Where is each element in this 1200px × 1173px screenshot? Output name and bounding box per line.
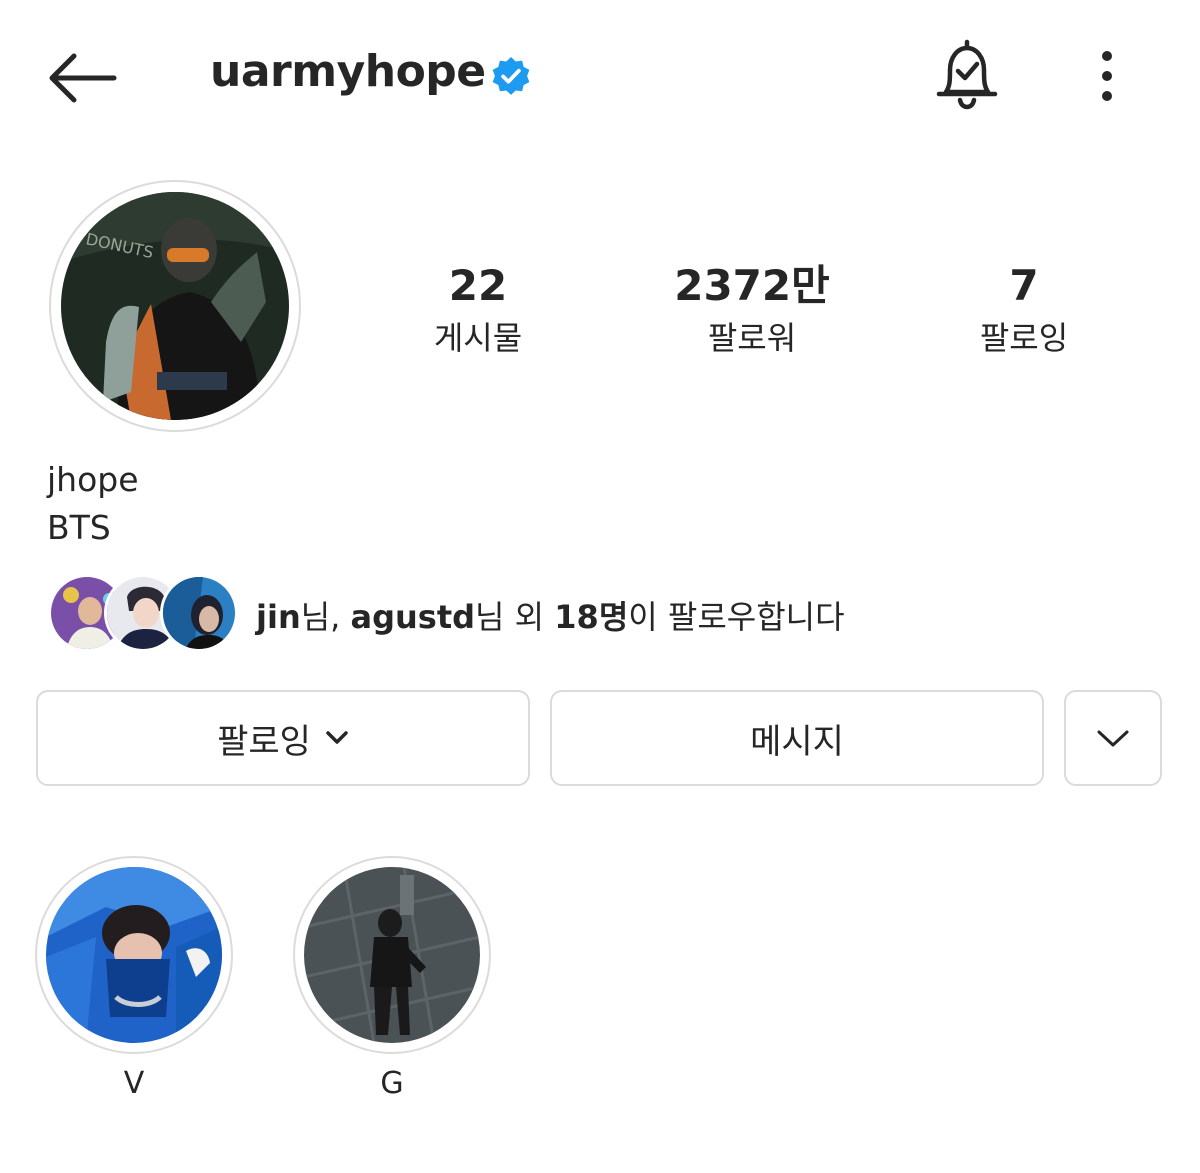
stat-following[interactable]: 7 팔로잉: [924, 258, 1124, 362]
following-label: 팔로잉: [979, 319, 1069, 357]
following-button-label: 팔로잉: [217, 721, 311, 762]
mutual-followers-text: jin님, agustd님 외 18명이 팔로우합니다: [256, 592, 845, 638]
chevron-down-icon: [326, 731, 348, 744]
stat-posts[interactable]: 22 게시물: [378, 258, 578, 362]
profile-full-name: jhope: [47, 460, 139, 499]
profile-username: uarmyhope: [210, 46, 486, 97]
mutual-suffix-1: 님,: [300, 598, 351, 636]
story-highlight[interactable]: G: [292, 856, 492, 1101]
following-count: 7: [1009, 261, 1039, 310]
profile-avatar[interactable]: DONUTS: [49, 180, 301, 432]
profile-header: uarmyhope: [0, 0, 1200, 150]
verified-badge-icon: [492, 57, 530, 95]
mutual-followers[interactable]: jin님, agustd님 외 18명이 팔로우합니다: [48, 574, 1148, 654]
highlight-cover-image: [46, 867, 222, 1043]
profile-bio: BTS: [47, 508, 111, 547]
story-highlight[interactable]: V: [34, 856, 234, 1101]
followers-label: 팔로워: [707, 319, 797, 357]
chevron-down-icon: [1097, 730, 1129, 747]
highlight-cover-ring: [35, 856, 233, 1054]
bell-check-icon[interactable]: [934, 38, 1000, 112]
highlight-label: V: [123, 1066, 145, 1101]
highlight-cover-ring: [293, 856, 491, 1054]
followers-count: 2372만: [674, 261, 830, 310]
more-vertical-icon[interactable]: [1090, 48, 1124, 104]
posts-count: 22: [448, 261, 508, 310]
stat-followers[interactable]: 2372만 팔로워: [652, 258, 852, 362]
highlight-cover-image: [304, 867, 480, 1043]
back-arrow-icon[interactable]: [44, 50, 120, 106]
profile-photo: DONUTS: [61, 192, 289, 420]
posts-label: 게시물: [433, 319, 523, 357]
mutual-name-2[interactable]: agustd: [351, 598, 476, 636]
mutual-count: 18명: [554, 598, 629, 636]
mutual-suffix-3: 이 팔로우합니다: [628, 598, 845, 636]
following-button[interactable]: 팔로잉: [36, 690, 530, 786]
suggested-accounts-button[interactable]: [1064, 690, 1162, 786]
message-button-label: 메시지: [750, 721, 844, 762]
mutual-avatar: [160, 574, 238, 652]
mutual-name-1[interactable]: jin: [256, 598, 301, 636]
highlight-label: G: [380, 1066, 404, 1101]
mutual-suffix-2: 님 외: [475, 598, 555, 636]
message-button[interactable]: 메시지: [550, 690, 1044, 786]
